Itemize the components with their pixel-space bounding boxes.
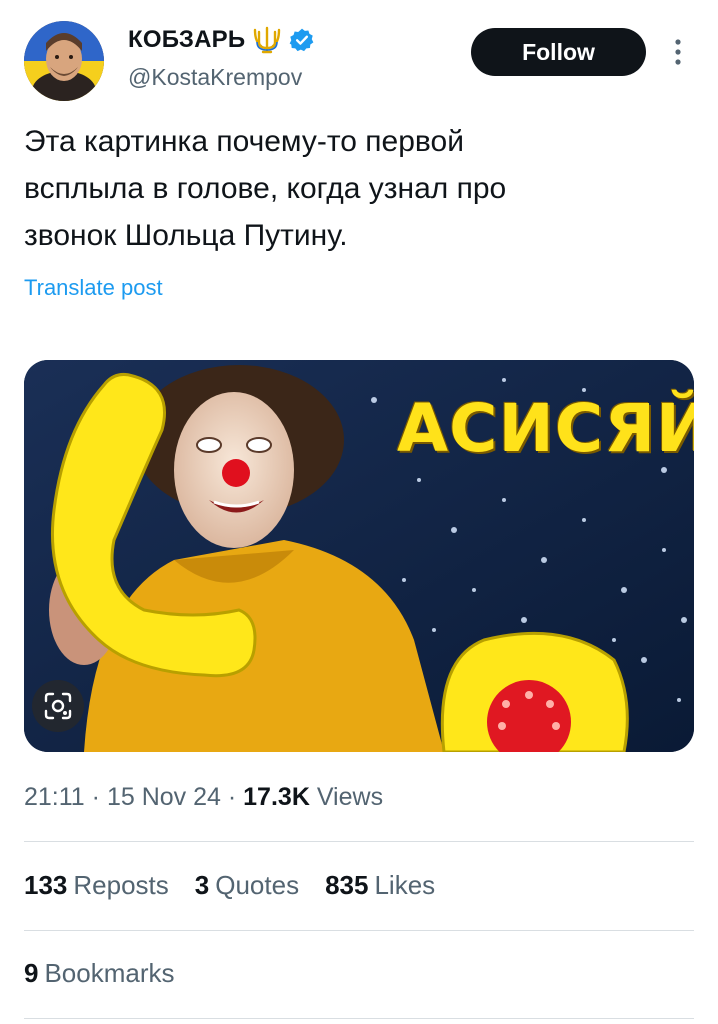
views-count: 17.3K (243, 783, 310, 811)
likes-label: Likes (374, 870, 436, 900)
bookmarks-stat[interactable]: 9 Bookmarks (24, 958, 175, 989)
quotes-count: 3 (194, 870, 210, 900)
separator-dot: · (91, 783, 107, 811)
media-caption: АСИСЯЙ (397, 390, 694, 467)
post-date: 15 Nov 24 (106, 783, 221, 811)
views-label: Views (316, 783, 384, 811)
likes-count: 835 (325, 870, 369, 900)
tweet-text-line: Эта картинка почему-то первой (24, 125, 464, 158)
engagement-stats: 133 Reposts 3 Quotes 835 Likes (24, 870, 435, 901)
divider (24, 1018, 694, 1019)
more-icon[interactable] (670, 36, 686, 68)
user-handle[interactable]: @KostaKrempov (128, 64, 302, 91)
lens-icon (43, 691, 73, 721)
separator-dot: · (227, 783, 244, 811)
reposts-count: 133 (24, 870, 68, 900)
tweet-text: Эта картинка почему-то первой всплыла в … (24, 118, 674, 259)
follow-button[interactable]: Follow (471, 28, 646, 76)
tweet-text-line: всплыла в голове, когда узнал про (24, 172, 507, 205)
translate-post-link[interactable]: Translate post (24, 275, 163, 301)
divider (24, 930, 694, 931)
post-meta: 21:11 · 15 Nov 24 · 17.3K Views (24, 783, 383, 812)
bookmarks-count: 9 (24, 958, 39, 988)
reposts-label: Reposts (73, 870, 169, 900)
trident-icon (251, 26, 283, 54)
quotes-stat[interactable]: 3 Quotes (195, 870, 299, 901)
likes-stat[interactable]: 835 Likes (325, 870, 435, 901)
verified-icon[interactable] (289, 27, 315, 53)
lens-button[interactable] (32, 680, 84, 732)
divider (24, 841, 694, 842)
reposts-stat[interactable]: 133 Reposts (24, 870, 169, 901)
post-time: 21:11 (24, 783, 85, 811)
tweet-text-line: звонок Шольца Путину. (24, 219, 348, 252)
avatar[interactable] (24, 21, 104, 101)
quotes-label: Quotes (215, 870, 300, 900)
display-name[interactable]: КОБЗАРЬ (128, 26, 245, 54)
tweet-media-image[interactable]: АСИСЯЙ (24, 360, 694, 752)
bookmarks-label: Bookmarks (44, 958, 175, 988)
